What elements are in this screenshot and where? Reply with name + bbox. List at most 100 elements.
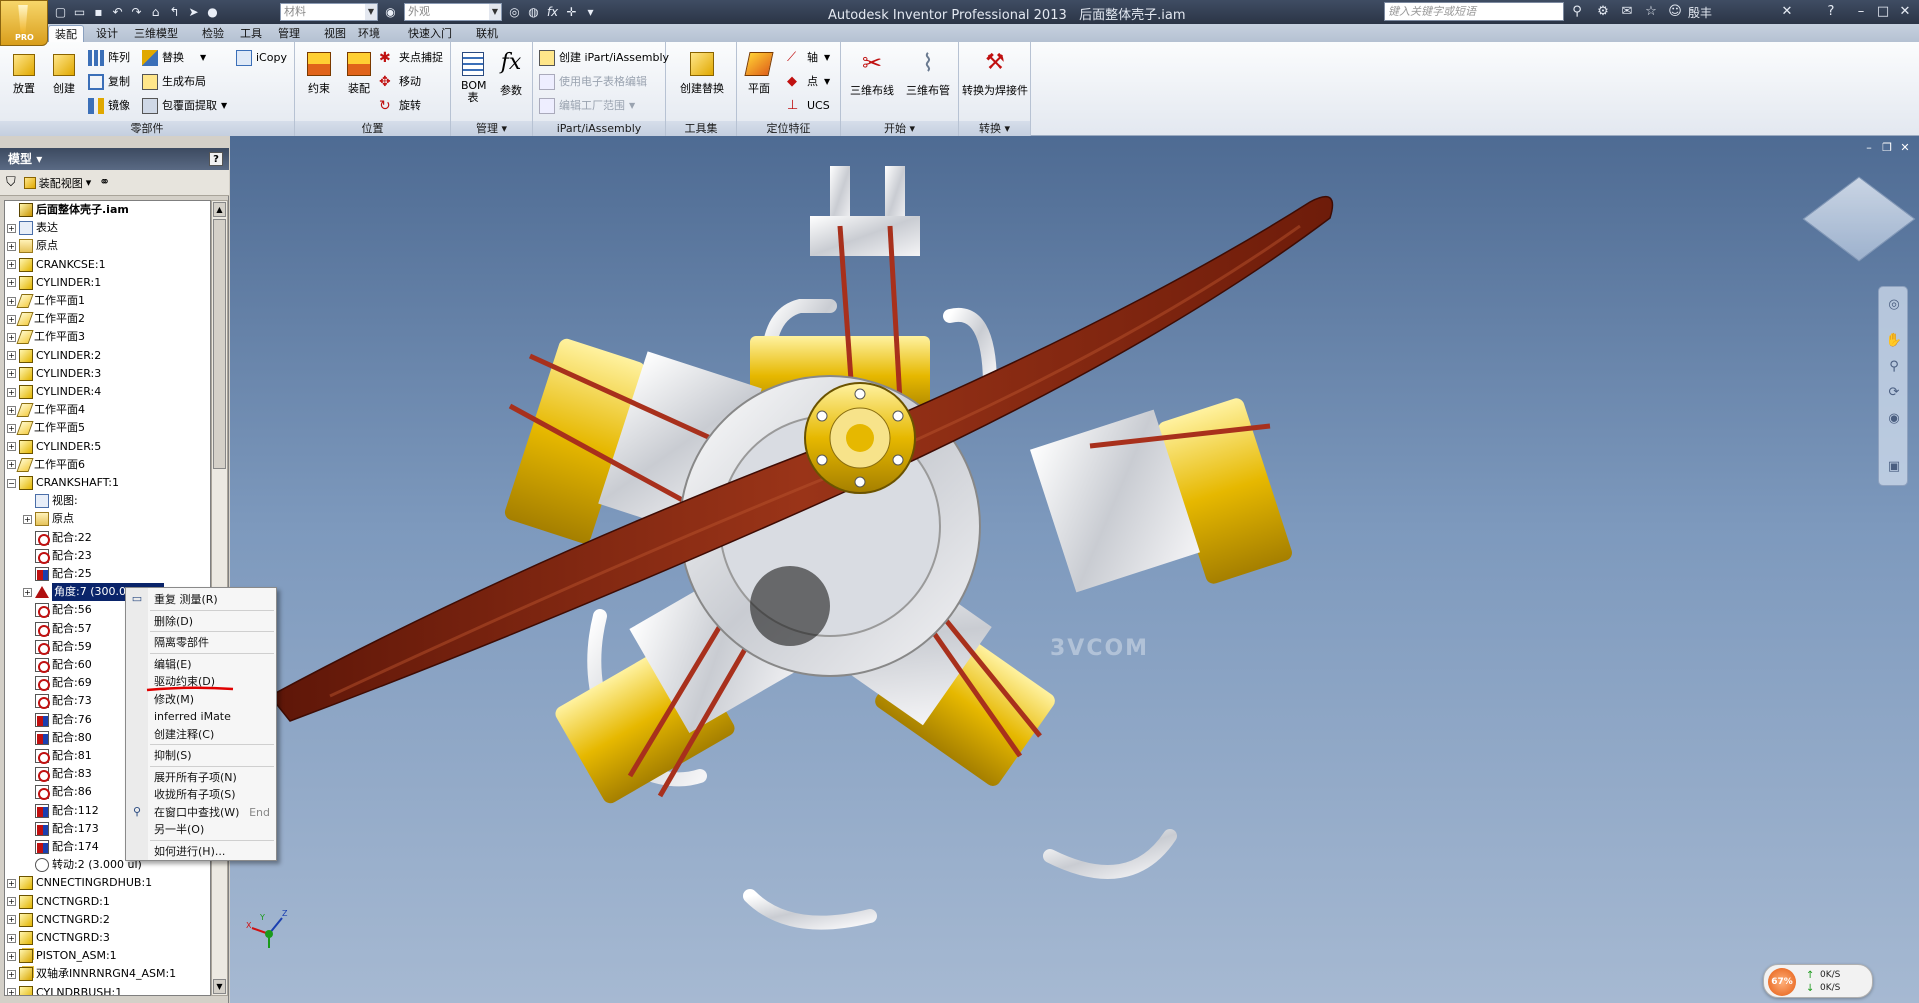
material-icon[interactable]: ● (204, 4, 221, 21)
expand-icon[interactable]: + (7, 442, 16, 452)
tree-node[interactable]: + CRANKCSE:1 (7, 256, 106, 274)
create-substitute-button[interactable]: 创建替换 (672, 46, 732, 114)
material-combo[interactable]: 材料 ▼ (280, 3, 378, 21)
tree-node[interactable]: + 工作平面4 (7, 401, 85, 419)
expand-icon[interactable]: + (7, 897, 16, 907)
tree-node[interactable]: 配合:76 (23, 711, 92, 729)
subscription-icon[interactable]: ⚙ (1594, 3, 1612, 21)
create-ipart-button[interactable]: 创建 iPart/iAssembly (539, 48, 669, 68)
panel-begin-title[interactable]: 开始 ▾ (841, 121, 958, 136)
generate-layout-button[interactable]: 生成布局 (142, 72, 206, 92)
edit-spreadsheet-button[interactable]: 使用电子表格编辑 (539, 72, 647, 92)
expand-icon[interactable]: + (7, 296, 16, 306)
tree-node[interactable]: 配合:69 (23, 674, 92, 692)
tree-node[interactable]: + CNCTNGRD:1 (7, 893, 110, 911)
expand-icon[interactable]: + (7, 405, 16, 415)
tree-node[interactable]: 配合:83 (23, 765, 92, 783)
parameters-button[interactable]: fx 参数 (491, 46, 531, 114)
context-menu-item[interactable]: 修改(M) (126, 691, 276, 708)
expand-icon[interactable]: + (7, 314, 16, 324)
tree-node[interactable]: 配合:25 (23, 565, 92, 583)
context-menu-item[interactable]: 展开所有子项(N) (126, 769, 276, 786)
home-icon[interactable]: ⌂ (147, 4, 164, 21)
tree-node[interactable]: + PISTON_ASM:1 (7, 947, 117, 965)
tree-node[interactable]: 配合:81 (23, 747, 92, 765)
exchange-icon[interactable]: ✕ (1778, 3, 1796, 21)
tree-node[interactable]: + CYLNDRBUSH:1 (7, 984, 122, 995)
context-menu-item[interactable]: ⚲ 在窗口中查找(W) End (126, 804, 276, 821)
redo-icon[interactable]: ↷ (128, 4, 145, 21)
view-face-icon[interactable]: ▣ (1884, 457, 1904, 477)
tab-9[interactable]: 联机 (470, 25, 504, 42)
save-icon[interactable]: ▪ (90, 4, 107, 21)
pattern-button[interactable]: 阵列 (88, 48, 130, 68)
constrain-button[interactable]: 约束 (299, 46, 339, 114)
scroll-thumb[interactable] (213, 219, 226, 469)
tree-node[interactable]: 转动:2 (3.000 ul) (23, 856, 142, 874)
tree-node[interactable]: + 工作平面6 (7, 456, 85, 474)
expand-icon[interactable]: + (7, 460, 16, 470)
expand-icon[interactable]: + (7, 423, 16, 433)
tree-node[interactable]: + CYLINDER:1 (7, 274, 101, 292)
context-menu-item[interactable]: 编辑(E) (126, 656, 276, 673)
expand-icon[interactable]: + (7, 933, 16, 943)
tree-node[interactable]: + CNNECTINGRDHUB:1 (7, 874, 152, 892)
mirror-button[interactable]: 镜像 (88, 96, 130, 116)
look-at-icon[interactable]: ◉ (1884, 409, 1904, 429)
favorites-icon[interactable]: ☆ (1642, 3, 1660, 21)
expand-icon[interactable]: + (7, 969, 16, 979)
context-menu-item[interactable]: ▭ 重复 测量(R) (126, 591, 276, 608)
expand-icon[interactable]: + (7, 351, 16, 361)
find-binoculars-icon[interactable]: ⚭ (99, 175, 110, 190)
tree-node[interactable]: − CRANKSHAFT:1 (7, 474, 119, 492)
tree-node[interactable]: + 表达 (7, 219, 58, 237)
tree-node[interactable]: 后面整体壳子.iam (7, 201, 129, 219)
scroll-down-icon[interactable]: ▼ (213, 979, 226, 994)
scroll-up-icon[interactable]: ▲ (213, 202, 226, 217)
application-menu-button[interactable]: PRO (0, 0, 48, 46)
user-name[interactable]: 殷丰 (1688, 4, 1712, 21)
tree-node[interactable]: 配合:60 (23, 656, 92, 674)
orbit-icon[interactable]: ⟳ (1884, 383, 1904, 403)
rotate-button[interactable]: ↻ 旋转 (379, 96, 421, 116)
tab-0[interactable]: 装配 (48, 25, 84, 42)
tree-node[interactable]: + CYLINDER:2 (7, 347, 101, 365)
tree-node[interactable]: + 原点 (7, 237, 58, 255)
browser-header[interactable]: 模型 ▾? (0, 148, 229, 170)
appearance-combo[interactable]: 外观 ▼ (404, 3, 502, 21)
tree-node[interactable]: + CNCTNGRD:2 (7, 911, 110, 929)
tree-node[interactable]: 配合:23 (23, 547, 92, 565)
tree-node[interactable]: + 工作平面2 (7, 310, 85, 328)
assembly-view-dropdown[interactable]: 装配视图 ▾ (23, 175, 91, 191)
context-menu-item[interactable]: 创建注释(C) (126, 726, 276, 743)
cable-harness-button[interactable]: ✂ 三维布线 (845, 46, 899, 114)
expand-icon[interactable]: + (7, 369, 16, 379)
customize-icon[interactable]: ▾ (582, 4, 599, 21)
tab-4[interactable]: 工具 (234, 25, 268, 42)
tree-node[interactable]: + 双轴承INNRNRGN4_ASM:1 (7, 965, 176, 983)
context-menu-item[interactable]: 抑制(S) (126, 747, 276, 764)
panel-convert-title[interactable]: 转换 ▾ (959, 121, 1030, 136)
tab-3[interactable]: 检验 (196, 25, 230, 42)
expand-icon[interactable]: + (7, 951, 16, 961)
panel-manage-title[interactable]: 管理 ▾ (451, 121, 532, 136)
pan-icon[interactable]: ✋ (1884, 331, 1904, 351)
replace-button[interactable]: 替换 ▼ (142, 48, 206, 68)
tree-node[interactable]: + CYLINDER:5 (7, 438, 101, 456)
help-icon[interactable]: ? (1822, 3, 1840, 21)
expand-icon[interactable]: + (7, 332, 16, 342)
expand-icon[interactable]: + (7, 241, 16, 251)
expand-icon[interactable]: + (23, 514, 32, 524)
tab-5[interactable]: 管理 (272, 25, 306, 42)
undo-icon[interactable]: ↶ (109, 4, 126, 21)
filter-icon[interactable]: ⛉ (6, 175, 16, 190)
help-search-input[interactable]: 键入关键字或短语 (1384, 2, 1564, 21)
axis-button[interactable]: ⟋ 轴 ▼ (787, 48, 830, 68)
tree-node[interactable]: 配合:57 (23, 620, 92, 638)
point-button[interactable]: ◆ 点 ▼ (787, 72, 830, 92)
communication-icon[interactable]: ✉ (1618, 3, 1636, 21)
tab-8[interactable]: 快速入门 (402, 25, 458, 42)
context-menu-item[interactable]: 隔离零部件 (126, 634, 276, 651)
new-icon[interactable]: ▢ (52, 4, 69, 21)
context-menu-item[interactable]: 删除(D) (126, 613, 276, 630)
